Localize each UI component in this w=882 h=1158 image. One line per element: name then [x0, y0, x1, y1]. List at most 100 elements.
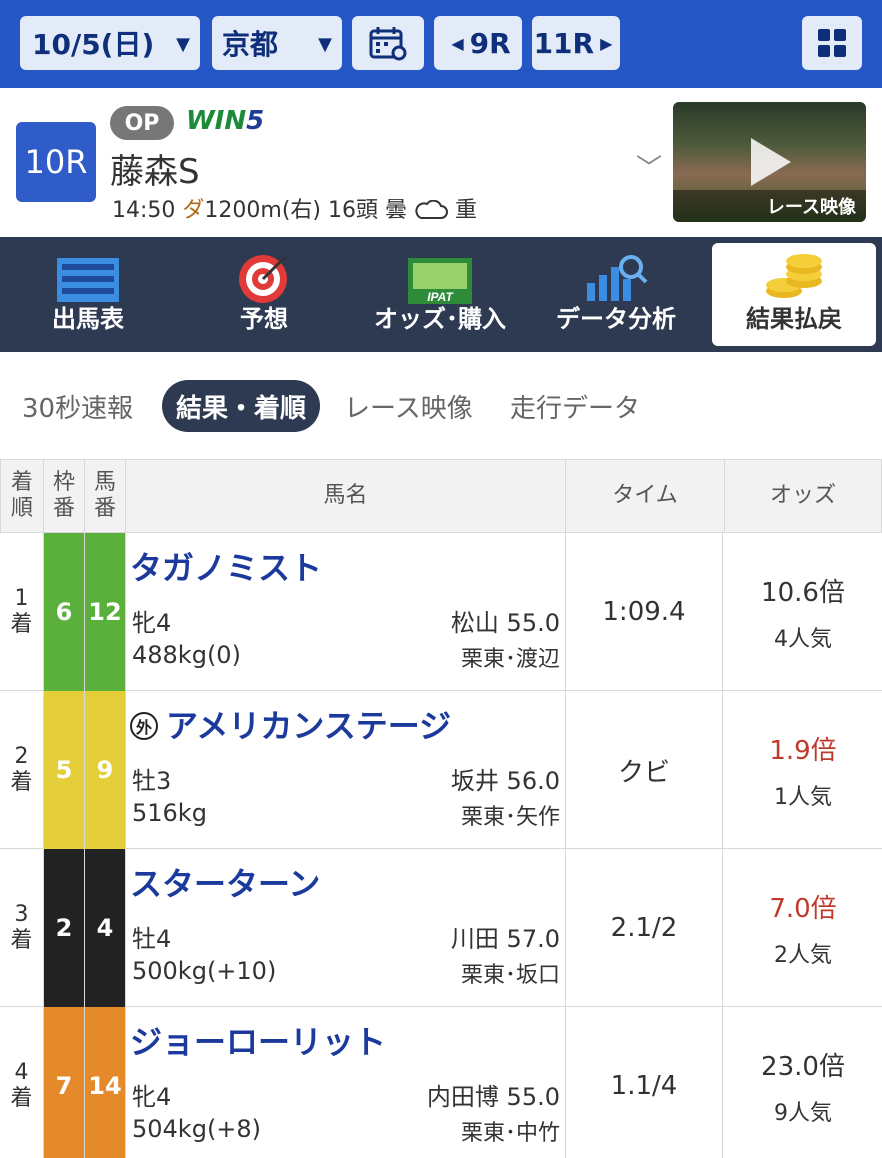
trainer[interactable]: 栗東･渡辺: [461, 641, 560, 673]
jockey-weight[interactable]: 川田 57.0: [451, 919, 560, 954]
tab-flash-30s[interactable]: 30秒速報: [22, 380, 133, 432]
win5-number: 5: [246, 106, 265, 136]
rank-unit: 着: [10, 1086, 33, 1111]
umaban-cell: 14: [85, 1007, 126, 1158]
odds-value: 7.0倍: [769, 893, 837, 924]
next-race-label: 11R: [533, 26, 595, 60]
chart-search-icon: [587, 255, 648, 301]
triangle-left-icon: ◀: [451, 33, 464, 53]
horse-name: タガノミスト: [130, 549, 323, 587]
race-number-badge: 10R: [16, 122, 96, 202]
jockey-weight[interactable]: 内田博 55.0: [427, 1077, 560, 1112]
nav-label: 出馬表: [52, 305, 124, 333]
win5-prefix: WIN: [186, 106, 247, 136]
rank-number: 4: [14, 1060, 29, 1085]
finish-time: 2.1/2: [565, 849, 723, 1007]
popularity: 9人気: [774, 1100, 832, 1126]
next-race-button[interactable]: 11R ▶: [532, 16, 620, 70]
chevron-down-icon[interactable]: ﹀: [636, 148, 662, 185]
nav-entry-table[interactable]: 出馬表: [0, 237, 176, 352]
nav-odds-purchase[interactable]: IPAT オッズ･購入: [352, 237, 528, 352]
svg-text:IPAT: IPAT: [427, 290, 454, 304]
horse-name-link[interactable]: 外アメリカンステージ: [130, 701, 451, 747]
calendar-button[interactable]: [352, 16, 424, 70]
horse-name-link[interactable]: ジョーローリット: [130, 1017, 386, 1063]
nav-prediction[interactable]: 予想: [176, 237, 352, 352]
rank-number: 1: [14, 586, 29, 611]
horse-name: アメリカンステージ: [166, 707, 452, 745]
horse-name: スターターン: [130, 865, 321, 903]
date-value: 10/5(日): [32, 28, 155, 61]
menu-grid-button[interactable]: [802, 16, 862, 70]
tab-running-data[interactable]: 走行データ: [510, 380, 640, 432]
rank-unit: 着: [10, 928, 33, 953]
waku-cell: 6: [44, 533, 85, 691]
odds-cell: 7.0倍 2人気: [724, 849, 882, 1007]
nav-data-analysis[interactable]: データ分析: [528, 237, 704, 352]
race-start-time: 14:50: [112, 198, 176, 223]
caret-down-icon: ▼: [318, 34, 332, 55]
race-nav: 出馬表 予想 IPAT オッズ･購入 データ分析 結果払戻: [0, 237, 882, 352]
horse-name-link[interactable]: タガノミスト: [130, 543, 322, 589]
foreign-bred-mark: 外: [130, 712, 158, 740]
horse-name: ジョーローリット: [130, 1023, 387, 1061]
jockey-weight[interactable]: 松山 55.0: [451, 603, 560, 638]
caret-down-icon: ▼: [176, 34, 190, 55]
header-odds: オッズ: [724, 459, 882, 533]
race-title: 藤森S: [110, 152, 200, 192]
sex-age: 牡3: [132, 767, 172, 795]
date-select[interactable]: 10/5(日) ▼: [20, 16, 200, 70]
race-info: 14:50 ダ1200m(右) 16頭 曇 重: [112, 192, 477, 224]
waku-cell: 5: [44, 691, 85, 849]
rank-number: 2: [14, 744, 29, 769]
tab-race-video[interactable]: レース映像: [344, 380, 473, 432]
trainer[interactable]: 栗東･矢作: [461, 799, 560, 831]
rank-unit: 着: [10, 770, 33, 795]
finish-time: クビ: [565, 691, 723, 849]
sex-age: 牝4: [132, 609, 172, 637]
nav-label: 結果払戻: [746, 305, 842, 333]
table-row[interactable]: 2 着 5 9 外アメリカンステージ 牡3 坂井 56.0 516kg 栗東･矢作 クビ 1.9倍 1…: [0, 691, 882, 849]
horse-name-link[interactable]: スターターン: [130, 859, 320, 905]
race-video-thumbnail[interactable]: レース映像: [673, 102, 866, 222]
odds-value: 23.0倍: [761, 1051, 845, 1082]
prev-race-button[interactable]: ◀ 9R: [434, 16, 522, 70]
table-row[interactable]: 3 着 2 4 スターターン 牡4 川田 57.0 500kg(+10) 栗東･坂口 2.1/2 7…: [0, 849, 882, 1007]
popularity: 2人気: [774, 942, 832, 968]
race-runners: 16頭: [328, 198, 379, 223]
odds-cell: 1.9倍 1人気: [724, 691, 882, 849]
race-surface: ダ: [182, 198, 205, 223]
finish-time: 1.1/4: [565, 1007, 723, 1158]
header-umaban: 馬番: [84, 459, 126, 533]
waku-cell: 2: [44, 849, 85, 1007]
table-row[interactable]: 4 着 7 14 ジョーローリット 牝4 内田博 55.0 504kg(+8) 栗東･中竹 1.1…: [0, 1007, 882, 1158]
header-horse-name: 馬名: [125, 459, 566, 533]
umaban-cell: 9: [85, 691, 126, 849]
calendar-icon: [369, 27, 407, 61]
win5-logo: WIN5: [186, 106, 264, 136]
trainer[interactable]: 栗東･中竹: [461, 1115, 560, 1147]
odds-value: 10.6倍: [761, 577, 845, 608]
target-icon: [239, 255, 287, 303]
odds-value: 1.9倍: [769, 735, 837, 766]
nav-results-payout[interactable]: 結果払戻: [712, 243, 876, 346]
jockey-weight[interactable]: 坂井 56.0: [451, 761, 560, 796]
popularity: 4人気: [774, 626, 832, 652]
coins-icon: [766, 254, 822, 298]
triangle-right-icon: ▶: [600, 33, 613, 53]
odds-cell: 23.0倍 9人気: [724, 1007, 882, 1158]
finish-time: 1:09.4: [565, 533, 723, 691]
race-video-label: レース映像: [673, 190, 866, 222]
play-icon: [751, 138, 791, 186]
rank-cell: 1着: [0, 533, 44, 691]
waku-cell: 7: [44, 1007, 85, 1158]
header-time: タイム: [565, 459, 725, 533]
race-distance: 1200m(右): [204, 198, 322, 223]
place-select[interactable]: 京都 ▼: [212, 16, 342, 70]
tab-result-order[interactable]: 結果・着順: [162, 380, 321, 432]
rank-cell: 3着: [0, 849, 44, 1007]
table-row[interactable]: 1 着 6 12 タガノミスト 牝4 松山 55.0 488kg(0) 栗東･渡辺 1:09.4 1…: [0, 533, 882, 691]
odds-cell: 10.6倍 4人気: [724, 533, 882, 691]
trainer[interactable]: 栗東･坂口: [461, 957, 560, 989]
place-value: 京都: [222, 28, 279, 61]
